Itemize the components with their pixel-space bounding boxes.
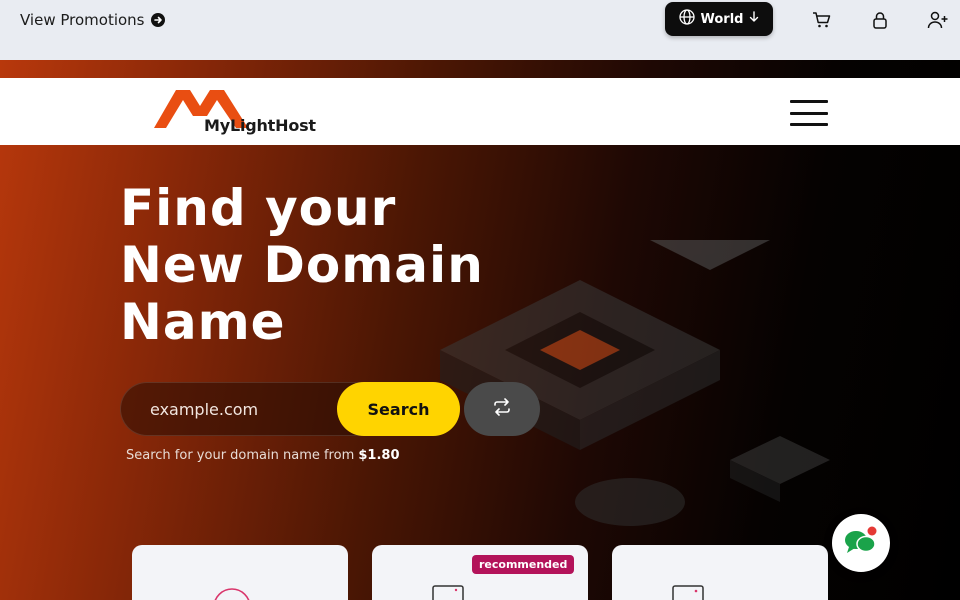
search-note-text: Search for your domain name from (126, 448, 359, 463)
transfer-toggle-button[interactable] (464, 382, 540, 436)
lock-icon[interactable] (869, 9, 891, 31)
region-selector-button[interactable]: World (665, 2, 773, 36)
view-promotions-label: View Promotions (20, 11, 145, 29)
region-label: World (700, 11, 744, 27)
hero-headline: Find your New Domain Name (120, 180, 540, 351)
hamburger-menu-icon[interactable] (790, 100, 828, 126)
swap-arrows-icon (492, 398, 512, 420)
headline-line-2: New Domain (120, 236, 484, 294)
view-promotions-link[interactable]: View Promotions (20, 11, 165, 29)
card-icon-1 (214, 588, 250, 600)
search-price-note: Search for your domain name from $1.80 (126, 448, 400, 463)
chat-bubbles-icon (843, 525, 879, 561)
arrow-down-icon (749, 11, 759, 27)
card-icon-3 (672, 585, 704, 600)
cart-icon[interactable] (811, 9, 833, 31)
brand-logo[interactable]: MyLightHost (150, 86, 320, 136)
product-card-3[interactable] (612, 545, 828, 600)
brand-name: MyLightHost (204, 116, 316, 135)
headline-line-3: Name (120, 293, 286, 351)
headline-line-1: Find your (120, 179, 397, 237)
product-card-1[interactable] (132, 545, 348, 600)
live-chat-button[interactable] (832, 514, 890, 572)
recommended-badge: recommended (472, 555, 575, 574)
domain-search-input[interactable] (150, 397, 330, 421)
card-icon-2 (432, 585, 464, 600)
search-button[interactable]: Search (337, 382, 460, 436)
arrow-right-icon (150, 13, 165, 27)
add-user-icon[interactable] (927, 9, 949, 31)
search-note-price: $1.80 (358, 448, 400, 463)
globe-icon (678, 9, 695, 29)
